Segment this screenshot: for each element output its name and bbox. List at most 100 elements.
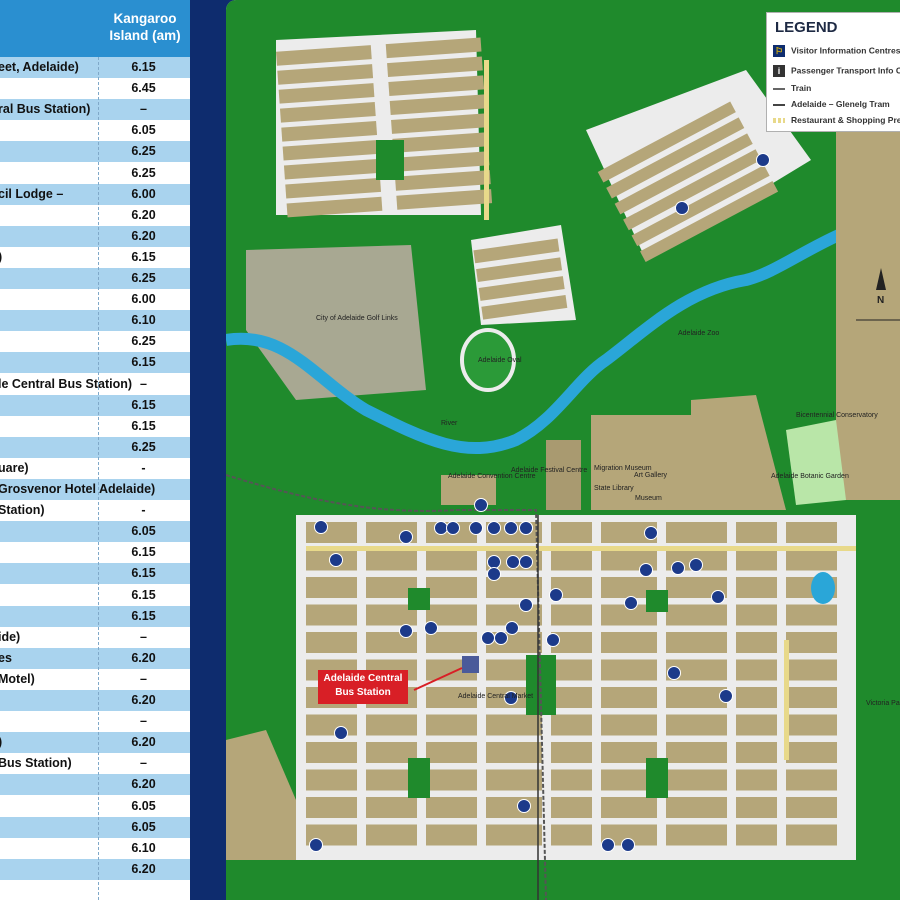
city-block <box>486 632 542 653</box>
stop-name: es <box>0 650 12 665</box>
page-gutter <box>190 0 223 900</box>
city-block <box>601 687 657 708</box>
stop-name: ) <box>0 247 2 268</box>
city-block <box>306 797 357 818</box>
place-label: Adelaide Convention Centre <box>448 473 536 480</box>
city-block <box>786 604 837 626</box>
timetable-row: ) 6.15 <box>0 246 190 269</box>
bus-stop-marker <box>399 530 413 544</box>
bus-stop-marker <box>756 153 770 167</box>
bus-stop-marker <box>519 555 533 569</box>
city-block <box>736 769 777 791</box>
city-block <box>306 769 357 791</box>
city-block <box>736 687 777 708</box>
timetable-panel: Kangaroo Island (am) eet, Adelaide) 6.15 6… <box>0 0 190 900</box>
city-block <box>736 714 777 736</box>
timetable-row: 6.25 <box>0 436 190 459</box>
timetable-row: es 6.20 <box>0 647 190 670</box>
bus-stop-marker <box>719 689 733 703</box>
bus-stop-marker <box>487 521 501 535</box>
column-header: Kangaroo Island (am) <box>100 10 190 44</box>
bus-stop-marker <box>519 521 533 535</box>
whitmore-square <box>408 758 430 798</box>
bus-stop-marker <box>487 567 501 581</box>
timetable-row: 6.10 <box>0 837 190 860</box>
stop-name: ) <box>0 732 2 753</box>
bus-station-callout[interactable]: Adelaide Central Bus Station <box>318 670 408 704</box>
city-block <box>666 522 727 543</box>
departure-time: 6.20 <box>131 861 156 876</box>
city-block <box>486 824 542 846</box>
city-block <box>551 742 592 763</box>
departure-time: 6.05 <box>131 798 156 813</box>
conservatory-area <box>786 420 846 505</box>
timetable-row: Motel) – <box>0 668 190 691</box>
restaurant-zone <box>484 60 489 220</box>
departure-time: 6.25 <box>131 144 156 159</box>
timetable-row: 6.15 <box>0 352 190 375</box>
departure-time: – <box>140 756 147 771</box>
departure-time: – <box>140 102 147 117</box>
column-title-line1: Kangaroo <box>113 11 177 26</box>
city-block <box>426 632 477 653</box>
timetable-row: ) 6.20 <box>0 732 190 755</box>
timetable-row: uare) - <box>0 457 190 480</box>
map-canvas[interactable]: N City of Adelaide Golf Links Adelaide Ova… <box>226 0 900 900</box>
city-block <box>786 687 837 708</box>
city-block <box>736 577 777 598</box>
departure-time: 6.25 <box>131 334 156 349</box>
bus-stop-marker <box>624 596 638 610</box>
city-block <box>786 714 837 736</box>
bus-stop-marker <box>481 631 495 645</box>
city-map[interactable]: N City of Adelaide Golf Links Adelaide Ova… <box>226 0 900 900</box>
city-block <box>601 797 657 818</box>
bus-stop-marker <box>671 561 685 575</box>
city-block <box>601 659 657 681</box>
city-block <box>306 522 357 543</box>
park-pond <box>811 572 835 604</box>
city-block <box>666 769 727 791</box>
city-block <box>786 522 837 543</box>
city-block <box>666 714 727 736</box>
city-block <box>551 769 592 791</box>
legend-item-restaurant-zone: Restaurant & Shopping Pre <box>773 115 900 125</box>
timetable-row: 6.10 <box>0 310 190 333</box>
city-block <box>306 632 357 653</box>
city-block <box>736 522 777 543</box>
legend-label: Adelaide – Glenelg Tram <box>791 99 890 109</box>
timetable-row: ide) – <box>0 626 190 649</box>
city-block <box>366 824 417 846</box>
bus-stop-marker <box>621 838 635 852</box>
departure-time: 6.00 <box>131 292 156 307</box>
city-block <box>736 797 777 818</box>
legend-item-tram: Adelaide – Glenelg Tram <box>773 99 890 109</box>
departure-time: 6.00 <box>131 186 156 201</box>
departure-time: 6.15 <box>131 397 156 412</box>
place-label: Adelaide Botanic Garden <box>771 473 849 480</box>
city-block <box>486 797 542 818</box>
departure-time: 6.25 <box>131 165 156 180</box>
place-label: State Library <box>594 485 634 492</box>
city-block <box>426 577 477 598</box>
stop-name: Station) <box>0 503 45 518</box>
tram-line-icon <box>773 103 785 106</box>
place-label: Bicentennial Conservatory <box>796 412 878 419</box>
stop-name: ide) <box>0 629 21 644</box>
bus-stop-marker <box>519 598 533 612</box>
city-block <box>551 604 592 626</box>
city-block <box>486 742 542 763</box>
column-divider <box>98 57 99 900</box>
bus-stop-marker <box>504 521 518 535</box>
city-block <box>551 659 592 681</box>
timetable-row: 6.05 <box>0 795 190 818</box>
timetable-row: le Central Bus Station) – <box>0 373 190 396</box>
city-block <box>666 604 727 626</box>
city-block <box>551 687 592 708</box>
timetable-row: 6.20 <box>0 690 190 713</box>
city-block <box>551 797 592 818</box>
bus-stop-marker <box>675 201 689 215</box>
south-parklands <box>226 860 900 900</box>
city-block <box>426 824 477 846</box>
city-block <box>786 769 837 791</box>
departure-time: 6.15 <box>131 60 156 74</box>
